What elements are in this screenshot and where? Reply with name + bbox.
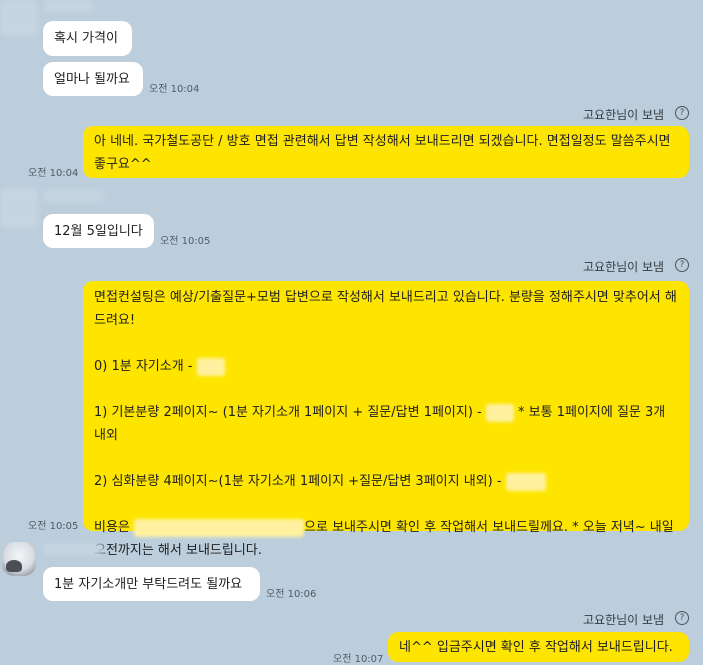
message-text: 얼마나 될까요 <box>54 72 130 87</box>
sender-name <box>44 543 104 555</box>
sender-label: 고요한님이 보냄 <box>583 613 665 627</box>
avatar[interactable] <box>0 0 38 36</box>
sender-label: 고요한님이 보냄 <box>583 260 665 274</box>
message-text: 혹시 가격이 <box>54 31 118 46</box>
incoming-message[interactable]: 얼마나 될까요 <box>43 62 143 96</box>
message-time: 오전 10:05 <box>28 521 79 532</box>
sender-name <box>44 0 94 12</box>
message-text: 1분 자기소개만 부탁드려도 될까요 <box>54 577 243 592</box>
message-text: 1) 기본분량 2페이지~ (1분 자기소개 1페이지 + 질문/답변 1페이지… <box>94 405 482 420</box>
message-text: 비용은 <box>94 520 130 535</box>
help-icon[interactable]: ? <box>675 611 689 625</box>
message-text: 2) 심화분량 4페이지~(1분 자기소개 1페이지 +질문/답변 3페이지 내… <box>94 474 502 489</box>
avatar-figure <box>6 560 22 572</box>
outgoing-message[interactable]: 네^^ 입금주시면 확인 후 작업해서 보내드립니다. <box>388 632 689 662</box>
message-time: 오전 10:05 <box>160 236 211 247</box>
incoming-message[interactable]: 12월 5일입니다 <box>43 214 154 248</box>
redacted-price <box>505 472 546 491</box>
avatar[interactable] <box>0 188 38 228</box>
outgoing-message[interactable]: 아 네네. 국가철도공단 / 방호 면접 관련해서 답변 작성해서 보내드리면 … <box>83 126 689 178</box>
avatar[interactable] <box>2 542 36 576</box>
sender-label: 고요한님이 보냄 <box>583 108 665 122</box>
message-text: 아 네네. 국가철도공단 / 방호 면접 관련해서 답변 작성해서 보내드리면 … <box>94 134 671 172</box>
redacted-price <box>196 357 225 376</box>
message-text: 면접컨설팅은 예상/기출질문+모범 답변으로 작성해서 보내드리고 있습니다. … <box>94 290 677 328</box>
sender-name <box>44 190 104 202</box>
outgoing-message[interactable]: 면접컨설팅은 예상/기출질문+모범 답변으로 작성해서 보내드리고 있습니다. … <box>83 281 689 558</box>
help-icon[interactable]: ? <box>675 258 689 272</box>
message-text: 12월 5일입니다 <box>54 224 143 239</box>
incoming-message[interactable]: 혹시 가격이 <box>43 21 132 56</box>
message-time: 오전 10:07 <box>333 654 384 665</box>
message-time: 오전 10:04 <box>149 84 200 95</box>
message-time: 오전 10:06 <box>266 589 317 600</box>
message-text: 네^^ 입금주시면 확인 후 작업해서 보내드립니다. <box>399 640 673 655</box>
incoming-message[interactable]: 1분 자기소개만 부탁드려도 될까요 <box>43 567 260 601</box>
redacted-account <box>134 518 305 537</box>
message-text: 0) 1분 자기소개 - <box>94 359 193 374</box>
help-icon[interactable]: ? <box>675 106 689 120</box>
message-time: 오전 10:04 <box>28 168 79 179</box>
redacted-price <box>485 403 514 422</box>
